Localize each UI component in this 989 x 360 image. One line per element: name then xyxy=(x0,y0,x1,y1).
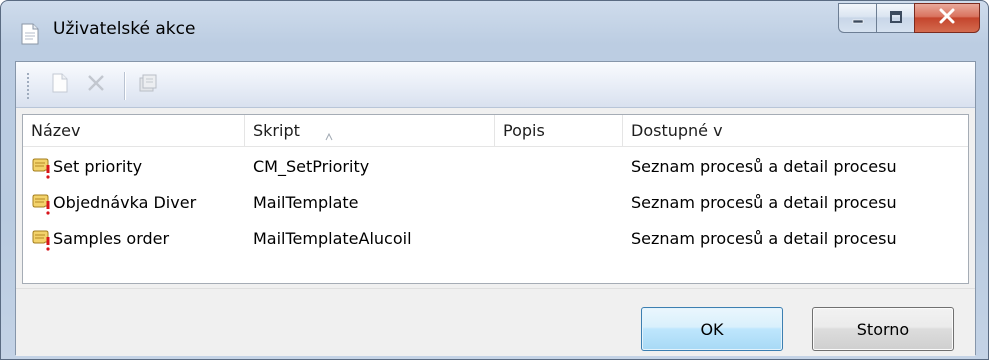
ok-button[interactable]: OK xyxy=(641,307,783,351)
column-header-description[interactable]: Popis xyxy=(495,115,623,147)
properties-button[interactable] xyxy=(134,71,162,99)
actions-list[interactable]: Název Skript Popis Dostupné v Set priori… xyxy=(22,114,969,284)
maximize-button[interactable] xyxy=(876,3,914,33)
action-name: Objednávka Diver xyxy=(53,193,197,212)
dialog-footer: OK Storno xyxy=(16,288,975,356)
list-item[interactable]: Objednávka Diver MailTemplate Seznam pro… xyxy=(23,185,968,221)
action-name: Samples order xyxy=(53,229,170,248)
script-action-icon xyxy=(31,229,53,251)
window-title: Uživatelské akce xyxy=(53,19,196,39)
list-item[interactable]: Samples order MailTemplateAlucoil Seznam… xyxy=(23,221,968,257)
toolbar-separator xyxy=(124,72,125,100)
new-document-icon xyxy=(52,73,68,97)
action-script: MailTemplateAlucoil xyxy=(253,229,412,248)
action-name: Set priority xyxy=(53,157,143,176)
delete-icon xyxy=(87,74,105,96)
list-header: Název Skript Popis Dostupné v xyxy=(23,115,968,147)
action-available-in: Seznam procesů a detail procesu xyxy=(631,157,897,176)
delete-action-button[interactable] xyxy=(82,71,110,99)
minimize-icon xyxy=(851,9,865,28)
action-script: MailTemplate xyxy=(253,193,359,212)
column-header-available-in[interactable]: Dostupné v xyxy=(623,115,970,147)
close-icon xyxy=(938,8,956,28)
list-item[interactable]: Set priority CM_SetPriority Seznam proce… xyxy=(23,149,968,185)
new-action-button[interactable] xyxy=(46,71,74,99)
caption-buttons xyxy=(838,3,980,37)
maximize-icon xyxy=(889,9,903,28)
action-script: CM_SetPriority xyxy=(253,157,370,176)
action-available-in: Seznam procesů a detail procesu xyxy=(631,229,897,248)
properties-icon xyxy=(138,73,158,97)
script-action-icon xyxy=(31,157,53,179)
cancel-button[interactable]: Storno xyxy=(812,307,954,351)
column-header-script-label: Skript xyxy=(253,121,300,140)
action-available-in: Seznam procesů a detail procesu xyxy=(631,193,897,212)
close-button[interactable] xyxy=(914,3,980,33)
column-header-script[interactable]: Skript xyxy=(245,115,495,147)
title-bar[interactable]: Uživatelské akce xyxy=(1,1,988,61)
dialog-content: Název Skript Popis Dostupné v Set priori… xyxy=(15,61,976,356)
document-icon xyxy=(21,23,39,45)
toolbar xyxy=(16,62,975,108)
toolbar-grip[interactable] xyxy=(26,72,30,100)
minimize-button[interactable] xyxy=(838,3,876,33)
column-header-name[interactable]: Název xyxy=(23,115,245,147)
script-action-icon xyxy=(31,193,53,215)
dialog-window: Uživatelské akce Název Skript Popis Dost… xyxy=(0,0,989,360)
